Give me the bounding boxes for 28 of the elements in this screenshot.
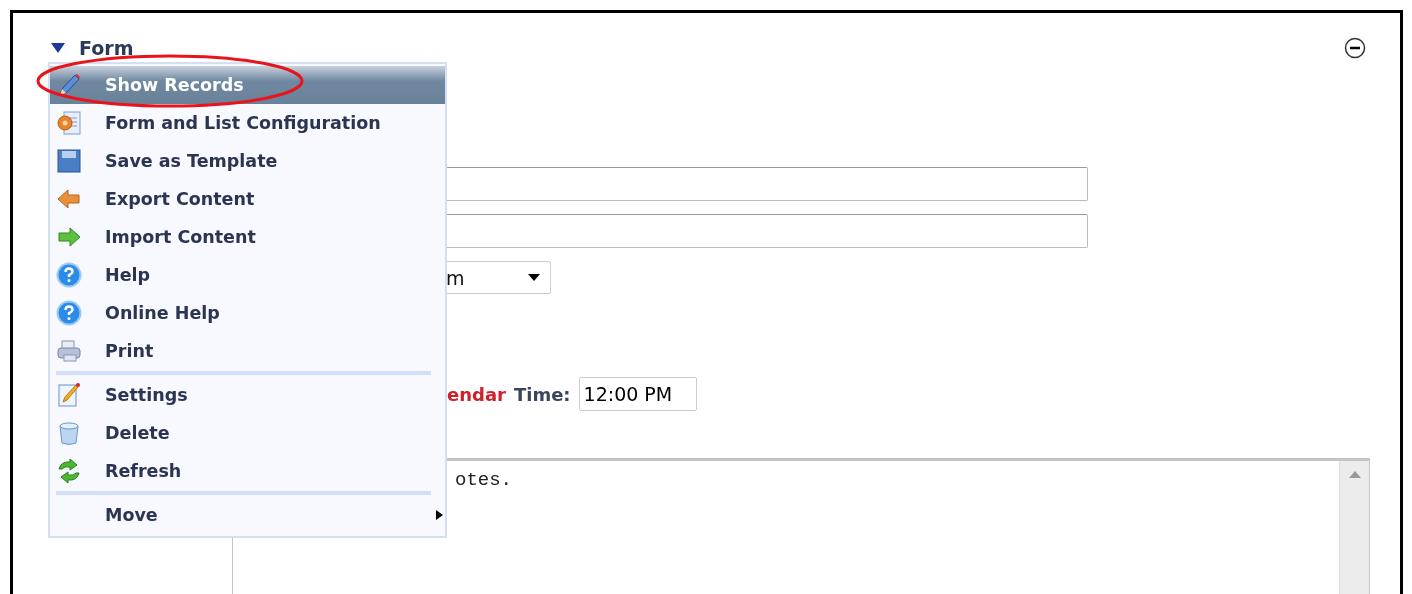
time-field[interactable]: 12:00 PM xyxy=(578,377,697,411)
menu-item[interactable]: Delete xyxy=(50,414,445,452)
menu-item[interactable]: Form and List Configuration xyxy=(50,104,445,142)
left-arrow-icon xyxy=(56,186,82,212)
submenu-arrow-icon xyxy=(436,510,443,520)
right-arrow-icon xyxy=(56,224,82,250)
help-icon xyxy=(56,300,82,326)
menu-item[interactable]: Save as Template xyxy=(50,142,445,180)
gear-document-icon xyxy=(56,110,82,136)
menu-item[interactable]: Settings xyxy=(50,376,445,414)
menu-item[interactable]: Show Records xyxy=(50,66,445,104)
refresh-icon xyxy=(56,458,82,484)
note-pencil-icon xyxy=(56,382,82,408)
scroll-up-icon[interactable] xyxy=(1348,471,1361,478)
calendar-link[interactable]: endar xyxy=(447,383,506,405)
collapse-icon[interactable] xyxy=(1344,37,1366,59)
section-title: Form xyxy=(79,37,134,59)
menu-item[interactable]: Import Content xyxy=(50,218,445,256)
menu-item[interactable]: Print xyxy=(50,332,445,370)
collapse-triangle-icon[interactable] xyxy=(51,43,65,53)
menu-item[interactable]: Online Help xyxy=(50,294,445,332)
scrollbar[interactable] xyxy=(1339,461,1369,594)
caret-icon xyxy=(528,274,540,281)
menu-item[interactable]: Export Content xyxy=(50,180,445,218)
time-label: Time: xyxy=(513,383,571,405)
help-icon xyxy=(56,262,82,288)
printer-icon xyxy=(56,338,82,364)
trash-can-icon xyxy=(56,420,82,446)
